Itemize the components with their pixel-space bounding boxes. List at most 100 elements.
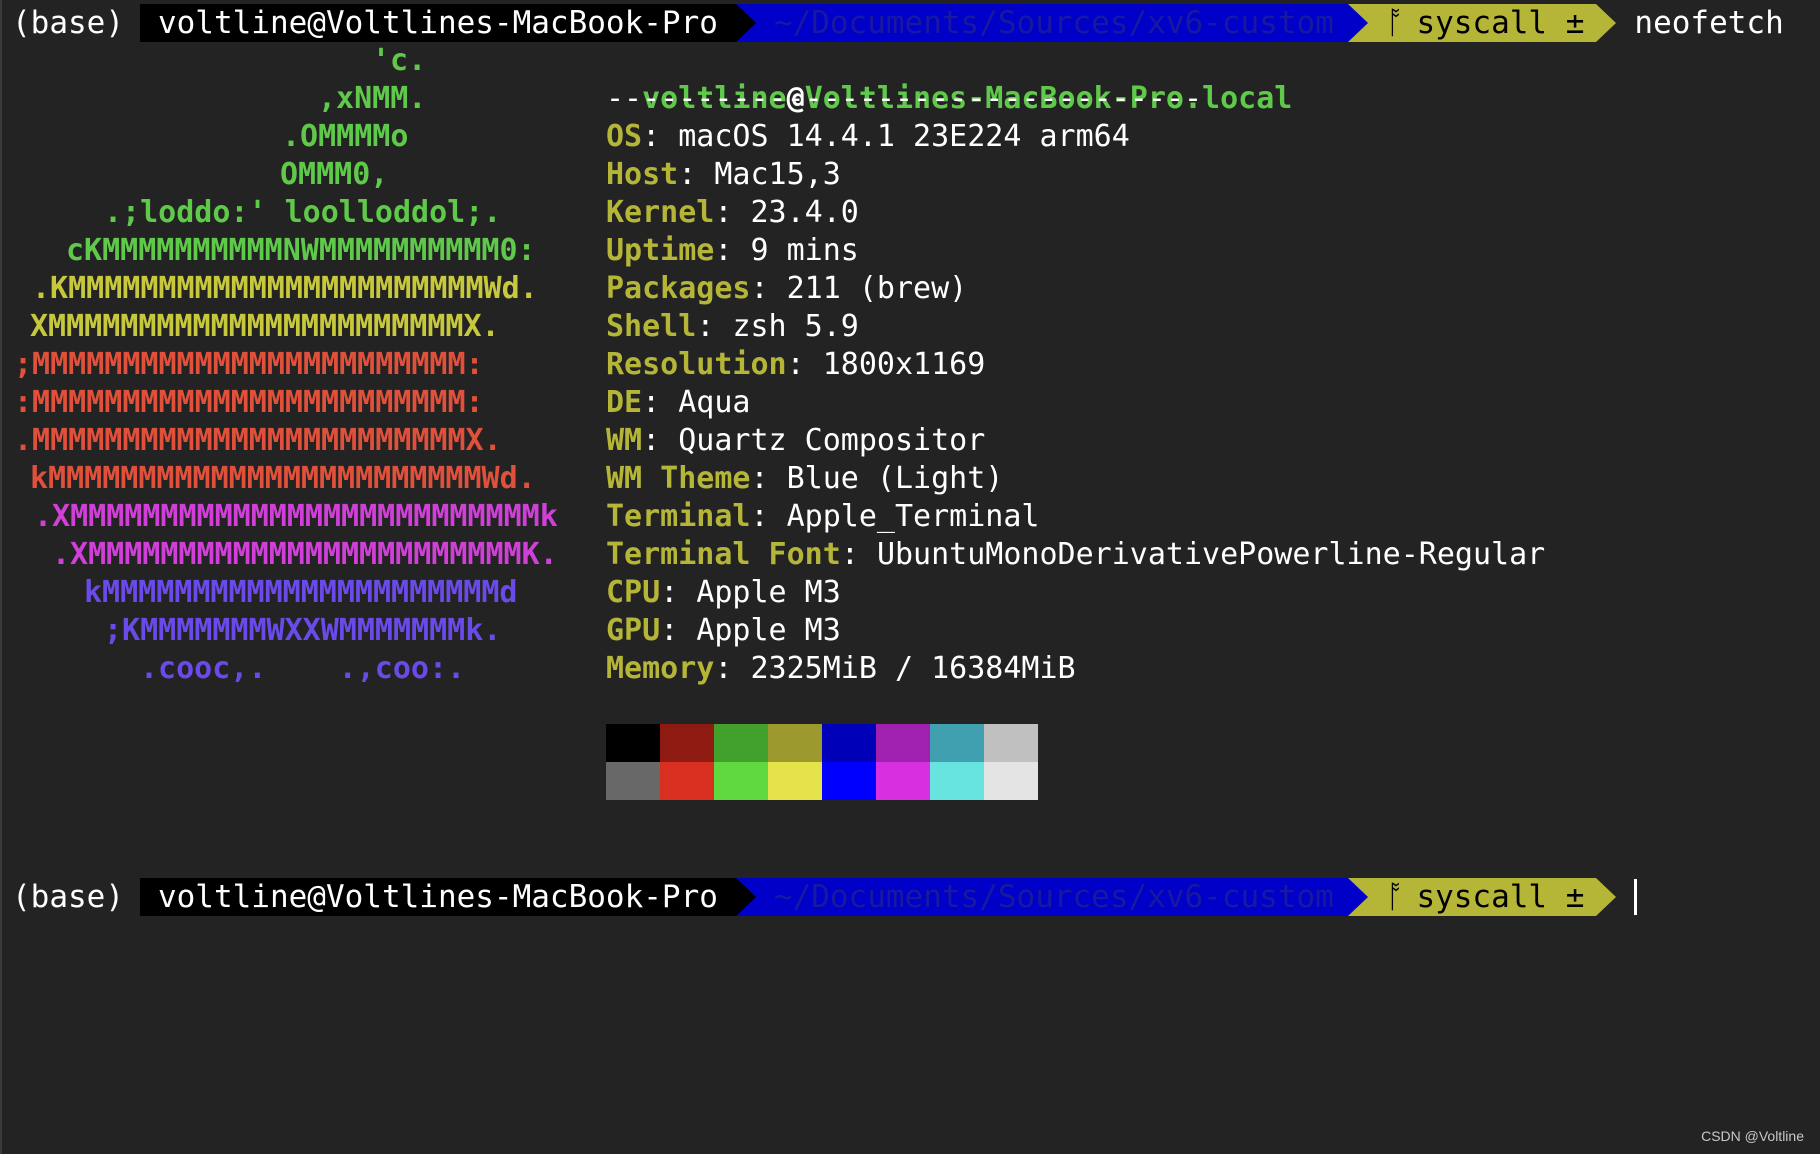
color-swatch-bright-7 [984, 762, 1038, 800]
window-edge [0, 0, 2, 1154]
info-colon: : [750, 499, 787, 534]
info-key: WM [606, 423, 643, 458]
info-value: UbuntuMonoDerivativePowerline-Regular [876, 537, 1546, 572]
info-key: OS [606, 119, 643, 154]
color-swatch-normal-1 [660, 724, 714, 762]
ascii-logo-line: .KMMMMMMMMMMMMMMMMMMMMMMMWd. [32, 271, 538, 306]
conda-env-label: (base) [12, 879, 124, 915]
info-key: Resolution [606, 347, 787, 382]
info-value: Apple M3 [696, 575, 841, 610]
terminal-cursor[interactable] [1634, 879, 1638, 915]
powerline-arrow-icon [1596, 4, 1617, 42]
info-value: 211 (brew) [786, 271, 968, 306]
color-swatch-normal-7 [984, 724, 1038, 762]
ascii-logo-line: kMMMMMMMMMMMMMMMMMMMMMMMMWd. [30, 461, 536, 496]
info-value: 1800x1169 [822, 347, 986, 382]
powerline-arrow-icon [735, 878, 756, 916]
info-value: 23.4.0 [750, 195, 859, 230]
color-swatch-bright-6 [930, 762, 984, 800]
color-swatch-bright-3 [768, 762, 822, 800]
prompt-dir-segment: ~/Documents/Sources/xv6-custom [735, 878, 1368, 916]
info-title: voltline@Voltlines-MacBook-Pro.local [606, 42, 1292, 116]
prompt-dir: ~/Documents/Sources/xv6-custom [773, 5, 1334, 41]
info-row: WM Theme: Blue (Light) [606, 460, 1003, 498]
info-key: Memory [606, 651, 715, 686]
info-separator: --------------------------------- [606, 81, 1203, 116]
color-swatch-normal-3 [768, 724, 822, 762]
info-row: Memory: 2325MiB / 16384MiB [606, 650, 1076, 688]
ascii-logo-line: .cooc,. .,coo:. [140, 651, 466, 686]
info-row: OS: macOS 14.4.1 23E224 arm64 [606, 118, 1130, 156]
info-row: Terminal Font: UbuntuMonoDerivativePower… [606, 536, 1545, 574]
info-row: Uptime: 9 mins [606, 232, 859, 270]
info-row: Terminal: Apple_Terminal [606, 498, 1040, 536]
info-row: GPU: Apple M3 [606, 612, 841, 650]
info-value: Quartz Compositor [678, 423, 986, 458]
info-colon: : [660, 575, 697, 610]
color-swatch-normal-4 [822, 724, 876, 762]
ascii-logo-line: .XMMMMMMMMMMMMMMMMMMMMMMMMK. [52, 537, 558, 572]
color-swatch-normal-2 [714, 724, 768, 762]
info-colon: : [642, 119, 679, 154]
prompt-branch: syscall ± [1416, 5, 1585, 41]
info-row: Kernel: 23.4.0 [606, 194, 859, 232]
ascii-logo-line: .MMMMMMMMMMMMMMMMMMMMMMMMX. [14, 423, 502, 458]
info-colon: : [840, 537, 877, 572]
ascii-logo-line: XMMMMMMMMMMMMMMMMMMMMMMMX. [30, 309, 500, 344]
info-colon: : [786, 347, 823, 382]
powerline-arrow-icon [1347, 878, 1368, 916]
info-value: Blue (Light) [786, 461, 1004, 496]
prompt-line-2[interactable]: (base) voltline@Voltlines-MacBook-Pro ~/… [0, 878, 1638, 916]
info-row: Resolution: 1800x1169 [606, 346, 985, 384]
color-palette [606, 724, 1038, 800]
prompt-git-segment: ᚩ syscall ± [1347, 4, 1617, 42]
info-colon: : [714, 195, 751, 230]
info-key: Host [606, 157, 679, 192]
prompt-dir-segment: ~/Documents/Sources/xv6-custom [735, 4, 1368, 42]
info-colon: : [678, 157, 715, 192]
info-value: zsh 5.9 [732, 309, 859, 344]
typed-command: neofetch [1634, 5, 1784, 41]
color-swatch-bright-4 [822, 762, 876, 800]
info-value: Apple M3 [696, 613, 841, 648]
info-colon: : [714, 651, 751, 686]
info-key: DE [606, 385, 643, 420]
color-swatch-bright-1 [660, 762, 714, 800]
info-value: Aqua [678, 385, 751, 420]
ascii-logo-line: ;MMMMMMMMMMMMMMMMMMMMMMMM: [14, 347, 484, 382]
prompt-branch: syscall ± [1416, 879, 1585, 915]
ascii-logo-line: OMMM0, [280, 157, 389, 192]
info-row: Packages: 211 (brew) [606, 270, 967, 308]
info-row: DE: Aqua [606, 384, 751, 422]
info-row: CPU: Apple M3 [606, 574, 841, 612]
ascii-logo-line: .XMMMMMMMMMMMMMMMMMMMMMMMMMMk [34, 499, 558, 534]
powerline-arrow-icon [735, 4, 756, 42]
prompt-user-host: voltline@Voltlines-MacBook-Pro [157, 5, 718, 41]
prompt-dir: ~/Documents/Sources/xv6-custom [773, 879, 1334, 915]
info-row: WM: Quartz Compositor [606, 422, 985, 460]
info-colon: : [642, 423, 679, 458]
prompt-line-1: (base) voltline@Voltlines-MacBook-Pro ~/… [0, 4, 1784, 42]
info-colon: : [714, 233, 751, 268]
ascii-logo-line: :MMMMMMMMMMMMMMMMMMMMMMMM: [14, 385, 484, 420]
color-swatch-normal-5 [876, 724, 930, 762]
info-key: Uptime [606, 233, 715, 268]
info-key: Terminal [606, 499, 751, 534]
watermark: CSDN @Voltline [1701, 1128, 1804, 1144]
ascii-logo-line: kMMMMMMMMMMMMMMMMMMMMMMd [84, 575, 518, 610]
info-key: Terminal Font [606, 537, 841, 572]
info-value: 2325MiB / 16384MiB [750, 651, 1076, 686]
info-key: GPU [606, 613, 661, 648]
ascii-logo-line: .;loddo:' loolloddol;. [104, 195, 502, 230]
prompt-user-segment: voltline@Voltlines-MacBook-Pro [139, 4, 756, 42]
info-key: CPU [606, 575, 661, 610]
ascii-logo-line: ,xNMM. [318, 81, 427, 116]
info-colon: : [750, 461, 787, 496]
info-key: Packages [606, 271, 751, 306]
prompt-user-segment: voltline@Voltlines-MacBook-Pro [139, 878, 756, 916]
info-row: Shell: zsh 5.9 [606, 308, 859, 346]
ascii-logo-line: cKMMMMMMMMMMNWMMMMMMMMMM0: [66, 233, 536, 268]
info-value: 9 mins [750, 233, 859, 268]
powerline-arrow-icon [1596, 878, 1617, 916]
info-colon: : [642, 385, 679, 420]
